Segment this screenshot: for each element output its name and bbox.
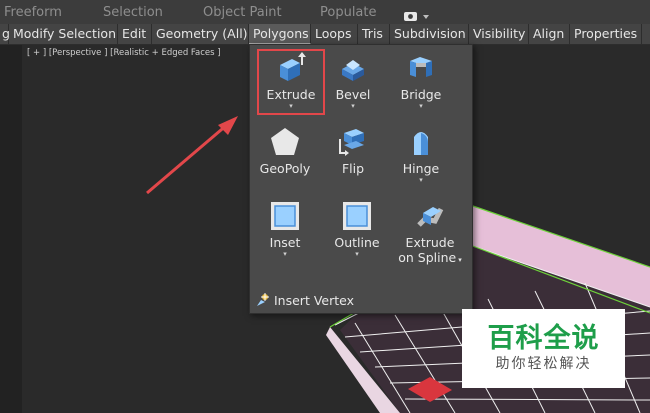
inset-dropdown-arrow[interactable]: ▾ [250, 250, 320, 258]
geopoly-icon [268, 125, 302, 159]
watermark-subtitle: 助你轻松解决 [495, 356, 592, 372]
tab-visibility[interactable]: Visibility [469, 24, 529, 44]
insert-vertex-icon [256, 293, 270, 307]
ribbon-tab-bar: g Modify Selection Edit Geometry (All) P… [0, 24, 650, 45]
tab-properties[interactable]: Properties [570, 24, 642, 44]
top-menu-bar: Freeform Selection Object Paint Populate [0, 0, 650, 25]
bevel-button[interactable]: Bevel ▾ [318, 51, 388, 110]
flip-label: Flip [341, 161, 365, 176]
hinge-label: Hinge [402, 161, 440, 176]
extrude-on-spline-label-line1: Extrude [405, 235, 455, 250]
bridge-label: Bridge [400, 87, 442, 102]
hinge-dropdown-arrow[interactable]: ▾ [386, 176, 456, 184]
bridge-icon [404, 51, 438, 85]
tab-geometry-all[interactable]: Geometry (All) [152, 24, 249, 44]
menu-freeform[interactable]: Freeform [4, 5, 62, 20]
inset-button[interactable]: Inset ▾ [250, 199, 320, 258]
outline-label: Outline [334, 235, 380, 250]
extrude-on-spline-button[interactable]: Extrude on Spline ▾ [390, 199, 470, 268]
menu-object-paint[interactable]: Object Paint [203, 5, 282, 20]
insert-vertex-button[interactable]: Insert Vertex [256, 293, 354, 309]
watermark-logo: 百科全说 助你轻松解决 [462, 309, 625, 388]
menu-populate[interactable]: Populate [320, 5, 377, 20]
hinge-icon [404, 125, 438, 159]
extrude-button[interactable]: Extrude ▾ [256, 51, 326, 110]
hinge-button[interactable]: Hinge ▾ [386, 125, 456, 184]
tab-align[interactable]: Align [529, 24, 570, 44]
outline-icon [340, 199, 374, 233]
insert-vertex-label: Insert Vertex [274, 293, 355, 308]
watermark-title: 百科全说 [487, 323, 600, 354]
extrude-icon [274, 51, 308, 85]
bridge-button[interactable]: Bridge ▾ [386, 51, 456, 110]
geopoly-button[interactable]: GeoPoly [250, 125, 320, 176]
extrude-label: Extrude [266, 87, 316, 102]
tab-loops[interactable]: Loops [311, 24, 358, 44]
tab-tris[interactable]: Tris [358, 24, 390, 44]
bridge-dropdown-arrow[interactable]: ▾ [386, 102, 456, 110]
inset-icon [268, 199, 302, 233]
tab-modify-selection[interactable]: Modify Selection [9, 24, 118, 44]
tab-edit[interactable]: Edit [118, 24, 152, 44]
flip-icon [336, 125, 370, 159]
tab-polygons[interactable]: Polygons [249, 24, 311, 44]
extrude-on-spline-icon [413, 199, 447, 233]
extrude-on-spline-dropdown-arrow[interactable]: ▾ [458, 256, 462, 264]
tab-subdivision[interactable]: Subdivision [390, 24, 469, 44]
tab-g[interactable]: g [0, 24, 10, 44]
bevel-dropdown-arrow[interactable]: ▾ [318, 102, 388, 110]
bevel-icon [336, 51, 370, 85]
polygons-panel: Extrude ▾ Bevel ▾ Bridge ▾ GeoPoly Flip … [249, 44, 473, 314]
bevel-label: Bevel [335, 87, 371, 102]
menu-selection[interactable]: Selection [103, 5, 163, 20]
inset-label: Inset [269, 235, 301, 250]
extrude-on-spline-label-line2: on Spline ▾ [398, 250, 462, 265]
red-arrow [146, 116, 238, 195]
outline-dropdown-arrow[interactable]: ▾ [322, 250, 392, 258]
outline-button[interactable]: Outline ▾ [322, 199, 392, 258]
flip-button[interactable]: Flip [318, 125, 388, 176]
extrude-dropdown-arrow[interactable]: ▾ [256, 102, 326, 110]
geopoly-label: GeoPoly [259, 161, 311, 176]
